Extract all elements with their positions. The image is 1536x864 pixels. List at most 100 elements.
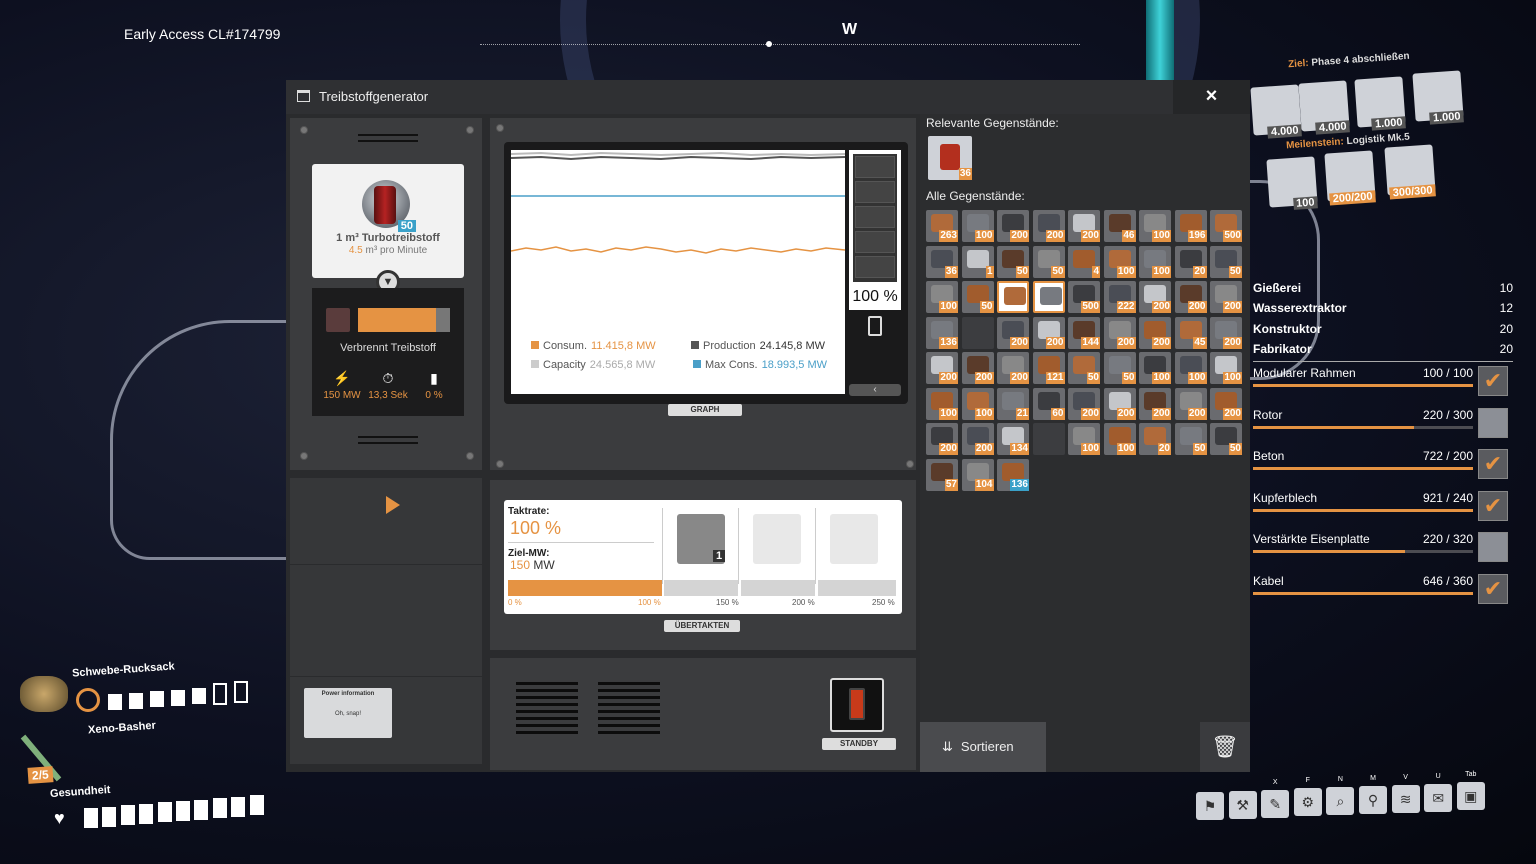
- building-name: Wasserextraktor: [1253, 301, 1347, 315]
- tool-hotkey: V: [1403, 773, 1408, 781]
- inventory-slot[interactable]: 200: [961, 352, 994, 384]
- inventory-slot[interactable]: [997, 281, 1029, 313]
- rivet: [466, 126, 474, 134]
- inventory-slot[interactable]: 200: [1174, 387, 1207, 420]
- inventory-slot[interactable]: 50: [1210, 423, 1242, 455]
- inventory-slot[interactable]: 196: [1174, 210, 1207, 242]
- wireless-icon[interactable]: ≋: [1391, 784, 1420, 813]
- inventory-slot[interactable]: 60: [1032, 387, 1065, 420]
- inventory-slot[interactable]: 121: [1032, 352, 1065, 384]
- inventory-slot[interactable]: 100: [961, 387, 994, 420]
- inventory-slot[interactable]: 136: [926, 316, 958, 349]
- power-shard-slot[interactable]: 1: [662, 508, 736, 584]
- conveyor-icon[interactable]: ⚙: [1293, 788, 1322, 817]
- standby-switch[interactable]: [830, 678, 884, 732]
- inventory-slot[interactable]: 200: [1139, 316, 1171, 349]
- trash-icon[interactable]: 🗑: [1200, 722, 1250, 772]
- inventory-slot[interactable]: 21: [997, 387, 1029, 420]
- ziel-mw-value[interactable]: 150 MW: [510, 558, 555, 572]
- inventory-slot[interactable]: 100: [1139, 210, 1171, 242]
- inventory-slot[interactable]: 50: [1210, 245, 1242, 278]
- graph-tab-button[interactable]: GRAPH: [668, 404, 742, 416]
- inventory-slot[interactable]: 100: [926, 281, 958, 313]
- inventory-slot[interactable]: 50: [997, 245, 1029, 278]
- hammer-icon[interactable]: ⚒: [1228, 790, 1257, 819]
- inventory-slot[interactable]: 200: [997, 316, 1029, 349]
- inventory-slot[interactable]: 100: [961, 210, 994, 242]
- magnifier-icon[interactable]: ⌕: [1326, 787, 1355, 816]
- inventory-slot[interactable]: 200: [1210, 281, 1242, 313]
- inventory-slot[interactable]: 200: [926, 423, 958, 455]
- inventory-slot[interactable]: 200: [1068, 387, 1100, 420]
- inventory-slot[interactable]: 200: [961, 423, 994, 455]
- panel-slot: [358, 134, 418, 142]
- sort-button[interactable]: ⇊ Sortieren: [920, 722, 1046, 772]
- fuel-canister: [374, 186, 396, 224]
- collapse-graph-button[interactable]: ‹: [849, 384, 901, 396]
- inventory-slot[interactable]: 100: [926, 387, 958, 420]
- inventory-slot[interactable]: 50: [1103, 352, 1136, 384]
- gauge-cell: [855, 181, 895, 203]
- inventory-slot[interactable]: 500: [1068, 281, 1100, 313]
- inventory-slot[interactable]: 200: [1210, 316, 1242, 349]
- inventory-slot[interactable]: 200: [997, 352, 1029, 384]
- inventory-slot-count: 60: [1051, 407, 1065, 420]
- flashlight-icon[interactable]: ⚑: [1196, 792, 1224, 820]
- inventory-slot[interactable]: 200: [1174, 281, 1207, 313]
- inventory-slot[interactable]: 144: [1068, 316, 1100, 349]
- inventory-slot[interactable]: 100: [1103, 423, 1136, 455]
- inventory-slot[interactable]: 200: [1068, 210, 1100, 242]
- relevant-item-slot[interactable]: 36: [928, 136, 972, 180]
- inventory-slot[interactable]: 20: [1174, 245, 1207, 278]
- inventory-slot[interactable]: 500: [1210, 210, 1242, 242]
- close-button[interactable]: ×: [1173, 80, 1250, 114]
- inventory-slot[interactable]: 45: [1174, 316, 1207, 349]
- map-pin-icon[interactable]: ⚲: [1359, 786, 1387, 814]
- inventory-slot[interactable]: 200: [926, 352, 958, 384]
- inventory-slot[interactable]: [1032, 281, 1065, 313]
- inventory-slot[interactable]: 1: [961, 245, 994, 278]
- inventory-slot[interactable]: 263: [926, 210, 958, 242]
- inventory-slot[interactable]: 200: [1103, 316, 1136, 349]
- inventory-slot-empty[interactable]: [961, 316, 994, 349]
- inventory-slot[interactable]: 100: [1139, 245, 1171, 278]
- paintbrush-icon[interactable]: ✎: [1261, 789, 1290, 818]
- inventory-slot[interactable]: 200: [1139, 387, 1171, 420]
- inventory-slot[interactable]: 4: [1068, 245, 1100, 278]
- inventory-slot[interactable]: 50: [961, 281, 994, 313]
- cube-icon[interactable]: ▣: [1456, 782, 1485, 811]
- inventory-slot[interactable]: 57: [926, 458, 958, 491]
- tick-label: 0 %: [508, 598, 522, 607]
- inventory-slot[interactable]: 136: [997, 458, 1029, 491]
- inventory-slot[interactable]: 100: [1210, 352, 1242, 384]
- inventory-slot-empty[interactable]: [1032, 423, 1065, 455]
- inventory-slot[interactable]: 200: [1139, 281, 1171, 313]
- inventory-slot[interactable]: 36: [926, 245, 958, 278]
- power-shard-slot[interactable]: [738, 508, 812, 584]
- inventory-slot[interactable]: 200: [1032, 210, 1065, 242]
- inventory-slot[interactable]: 104: [961, 458, 994, 491]
- inventory-slot[interactable]: 222: [1103, 281, 1136, 313]
- apply-overclock-button[interactable]: ÜBERTAKTEN: [664, 620, 740, 632]
- hub-icon[interactable]: ✉: [1424, 783, 1453, 812]
- inventory-slot[interactable]: 200: [1210, 387, 1242, 420]
- taktrate-value[interactable]: 100 %: [510, 518, 561, 539]
- clock-bar-base[interactable]: [508, 580, 662, 596]
- inventory-slot[interactable]: 50: [1174, 423, 1207, 455]
- inventory-slot[interactable]: 200: [997, 210, 1029, 242]
- gauge-cell: [855, 206, 895, 228]
- inventory-slot[interactable]: 200: [1103, 387, 1136, 420]
- inventory-slot[interactable]: 200: [1032, 316, 1065, 349]
- inventory-slot[interactable]: 100: [1174, 352, 1207, 384]
- inventory-slot[interactable]: 100: [1139, 352, 1171, 384]
- inventory-slot[interactable]: 46: [1103, 210, 1136, 242]
- inventory-slot[interactable]: 50: [1032, 245, 1065, 278]
- fuel-card[interactable]: 50 1 m³ Turbotreibstoff 4.5 m³ pro Minut…: [312, 164, 464, 278]
- inventory-slot[interactable]: 134: [997, 423, 1029, 455]
- overclock-card: Taktrate: 100 % Ziel-MW: 150 MW 1 0 % 10…: [504, 500, 902, 614]
- inventory-slot[interactable]: 20: [1139, 423, 1171, 455]
- inventory-slot[interactable]: 100: [1103, 245, 1136, 278]
- power-shard-slot[interactable]: [815, 508, 889, 584]
- inventory-slot[interactable]: 50: [1068, 352, 1100, 384]
- inventory-slot[interactable]: 100: [1068, 423, 1100, 455]
